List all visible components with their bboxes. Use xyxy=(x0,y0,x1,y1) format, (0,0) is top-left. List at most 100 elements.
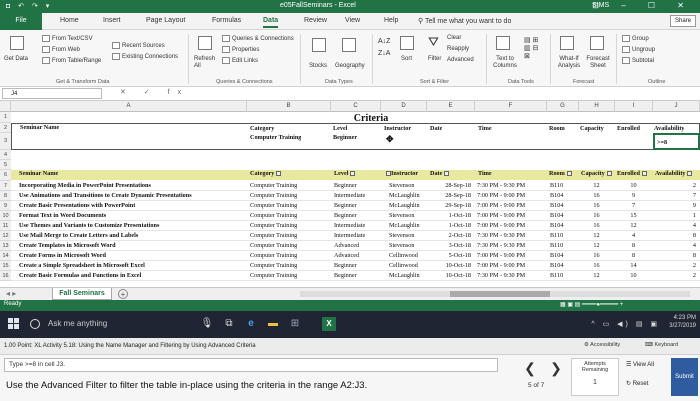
group-button[interactable]: Group xyxy=(622,35,649,42)
refresh-all-button[interactable]: Refresh All xyxy=(194,56,218,70)
criteria-value[interactable]: Computer Training xyxy=(250,134,301,141)
table-cell-avail[interactable]: 1 xyxy=(653,212,696,219)
table-cell-room[interactable]: B104 xyxy=(547,212,575,219)
table-cell-date[interactable]: 28-Sep-18 xyxy=(427,192,471,199)
table-cell-room[interactable]: B104 xyxy=(547,202,575,209)
table-cell-cap[interactable]: 16 xyxy=(579,252,611,259)
row-header[interactable]: 5 xyxy=(0,160,11,170)
row-header[interactable]: 12 xyxy=(0,231,11,241)
store-icon[interactable]: ⊞ xyxy=(288,317,302,331)
column-header-h[interactable]: H xyxy=(579,101,615,112)
column-header-f[interactable]: F xyxy=(475,101,547,112)
scrollbar-thumb[interactable] xyxy=(450,291,550,297)
sort-za-icon[interactable]: Z↓A xyxy=(378,50,390,57)
table-cell-room[interactable]: B104 xyxy=(547,222,575,229)
tab-data[interactable]: Data xyxy=(263,17,279,28)
windows-start-icon[interactable] xyxy=(8,318,20,330)
row-header[interactable]: 15 xyxy=(0,261,11,271)
table-cell-enr[interactable]: 10 xyxy=(615,182,649,189)
sheet-tab-fall-seminars[interactable]: Fall Seminars xyxy=(52,288,112,300)
tab-view[interactable]: View xyxy=(345,17,360,24)
table-cell-name[interactable]: Create Basic Formulas and Functions in E… xyxy=(11,272,243,279)
table-cell-avail[interactable]: 4 xyxy=(653,222,696,229)
ungroup-button[interactable]: Ungroup xyxy=(622,46,655,53)
clear-button[interactable]: Clear xyxy=(447,35,461,41)
table-cell-name[interactable]: Format Text in Word Documents xyxy=(11,212,243,219)
from-table-button[interactable]: From Table/Range xyxy=(42,57,101,64)
table-cell-date[interactable]: 2-Oct-18 xyxy=(427,232,471,239)
advanced-filter-button[interactable]: Advanced xyxy=(447,57,474,63)
table-cell-level[interactable]: Advanced xyxy=(331,252,377,259)
subtotal-button[interactable]: Subtotal xyxy=(622,57,654,64)
zoom-control[interactable]: ▦ ▣ ▤ ━━━━●━━━━━ + xyxy=(560,301,623,308)
table-cell-cap[interactable]: 16 xyxy=(579,262,611,269)
filter-dropdown-icon[interactable] xyxy=(276,171,282,177)
select-all-corner[interactable] xyxy=(0,101,11,112)
queries-connections-button[interactable]: Queries & Connections xyxy=(222,35,294,42)
table-cell-cat[interactable]: Computer Training xyxy=(247,272,327,279)
table-cell-inst[interactable]: Stevenson xyxy=(381,182,423,189)
reapply-button[interactable]: Reapply xyxy=(447,46,469,52)
quick-access-toolbar[interactable]: ◘ ↶ ↷ ▾ xyxy=(6,2,52,10)
previous-arrow-icon[interactable]: ❮ xyxy=(521,360,539,378)
tab-file[interactable]: File xyxy=(0,13,42,30)
table-cell-date[interactable]: 3-Oct-18 xyxy=(427,242,471,249)
row-header[interactable]: 8 xyxy=(0,191,11,201)
table-cell-inst[interactable]: McLaughlin xyxy=(381,202,423,209)
system-tray-icons[interactable]: ^ ▭ ◀) ▤ ▣ xyxy=(591,320,660,328)
sheet-nav-arrows[interactable]: ◂ ▸ xyxy=(6,289,16,298)
table-cell-time[interactable]: 7:00 PM - 9:00 PM xyxy=(475,222,543,229)
table-cell-cat[interactable]: Computer Training xyxy=(247,212,327,219)
task-view-icon[interactable]: ⧉ xyxy=(222,317,236,331)
table-cell-room[interactable]: B104 xyxy=(547,252,575,259)
table-cell-name[interactable]: Use Mail Merge to Create Letters and Lab… xyxy=(11,232,243,239)
table-cell-date[interactable]: 10-Oct-18 xyxy=(427,262,471,269)
table-cell-avail[interactable]: 8 xyxy=(653,252,696,259)
row-header[interactable]: 13 xyxy=(0,241,11,251)
data-tools-icons[interactable]: ▤ ⊞ ▥ ⊟ ⊠ xyxy=(524,36,538,60)
row-header[interactable]: 10 xyxy=(0,211,11,221)
table-cell-avail[interactable]: 4 xyxy=(653,242,696,249)
row-header[interactable]: 6 xyxy=(0,170,11,181)
row-header[interactable]: 1 xyxy=(0,112,11,123)
table-cell-cap[interactable]: 16 xyxy=(579,222,611,229)
table-cell-enr[interactable]: 8 xyxy=(615,252,649,259)
tab-page-layout[interactable]: Page Layout xyxy=(146,17,185,24)
microphone-icon[interactable]: 🎙 xyxy=(200,317,214,331)
table-cell-level[interactable]: Advanced xyxy=(331,242,377,249)
table-cell-cat[interactable]: Computer Training xyxy=(247,202,327,209)
table-cell-cat[interactable]: Computer Training xyxy=(247,242,327,249)
table-cell-cap[interactable]: 12 xyxy=(579,272,611,279)
filter-button[interactable]: Filter xyxy=(428,56,441,62)
view-all-button[interactable]: ☰ View All xyxy=(626,358,666,373)
tab-formulas[interactable]: Formulas xyxy=(212,17,241,24)
table-cell-enr[interactable]: 14 xyxy=(615,262,649,269)
row-header[interactable]: 14 xyxy=(0,251,11,261)
table-cell-level[interactable]: Intermediate xyxy=(331,222,377,229)
row-header[interactable]: 11 xyxy=(0,221,11,231)
table-cell-level[interactable]: Beginner xyxy=(331,202,377,209)
text-to-columns-button[interactable]: Text to Columns xyxy=(490,56,520,70)
column-header-d[interactable]: D xyxy=(381,101,427,112)
table-cell-enr[interactable]: 8 xyxy=(615,242,649,249)
table-cell-time[interactable]: 7:00 PM - 9:00 PM xyxy=(475,202,543,209)
row-header[interactable]: 9 xyxy=(0,201,11,211)
table-cell-inst[interactable]: McLaughlin xyxy=(381,272,423,279)
table-cell-time[interactable]: 7:30 PM - 9:30 PM xyxy=(475,242,543,249)
table-cell-inst[interactable]: Stevenson xyxy=(381,232,423,239)
table-cell-time[interactable]: 7:30 PM - 9:30 PM xyxy=(475,272,543,279)
table-cell-inst[interactable]: Stevenson xyxy=(381,242,423,249)
table-cell-enr[interactable]: 12 xyxy=(615,222,649,229)
table-cell-time[interactable]: 7:00 PM - 9:00 PM xyxy=(475,252,543,259)
tab-help[interactable]: Help xyxy=(384,17,398,24)
column-header-j[interactable]: J xyxy=(653,101,700,112)
table-cell-enr[interactable]: 10 xyxy=(615,272,649,279)
table-cell-room[interactable]: B110 xyxy=(547,242,575,249)
table-cell-time[interactable]: 7:30 PM - 9:30 PM xyxy=(475,182,543,189)
column-header-i[interactable]: I xyxy=(615,101,653,112)
table-cell-avail[interactable]: 7 xyxy=(653,192,696,199)
edit-links-button[interactable]: Edit Links xyxy=(222,57,258,64)
table-cell-inst[interactable]: McLaughlin xyxy=(381,222,423,229)
table-cell-name[interactable]: Use Animations and Transitions to Create… xyxy=(11,192,243,199)
table-cell-time[interactable]: 7:00 PM - 9:00 PM xyxy=(475,212,543,219)
